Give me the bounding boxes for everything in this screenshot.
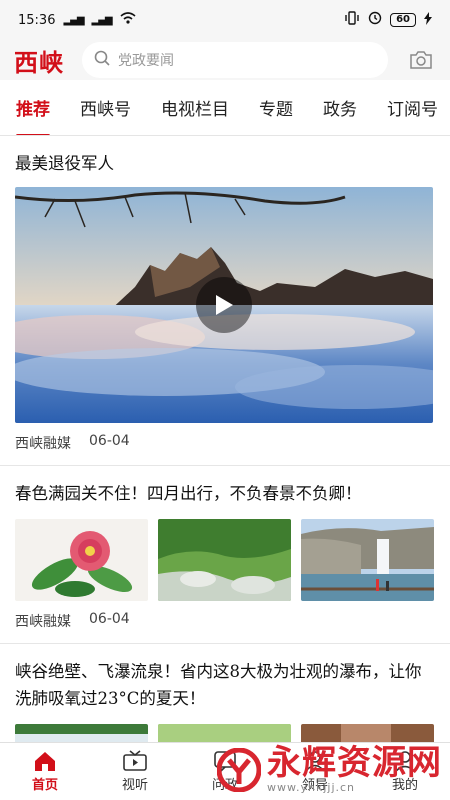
article-date: 06-04 <box>89 433 130 449</box>
category-tabs: 推荐 西峡号 电视栏目 专题 政务 订阅号 <box>0 80 450 136</box>
battery-icon: 60 <box>390 13 416 27</box>
tab-special[interactable]: 专题 <box>247 95 305 120</box>
status-time: 15:36 <box>18 12 56 28</box>
article-date: 06-04 <box>89 611 130 627</box>
alarm-icon <box>368 11 382 29</box>
watermark-text: 永辉资源网 <box>267 743 442 783</box>
search-bar[interactable]: 党政要闻 <box>82 42 388 78</box>
article-title: 最美退役军人 <box>15 154 114 173</box>
play-button[interactable] <box>196 277 252 333</box>
article-title: 春色满园关不住！四月出行，不负春景不负卿！ <box>15 484 362 503</box>
vibrate-icon <box>344 11 360 29</box>
cliff-image <box>301 724 434 742</box>
nav-label: 视听 <box>121 778 148 793</box>
video-thumbnail[interactable] <box>15 187 433 423</box>
article-item[interactable]: 春色满园关不住！四月出行，不负春景不负卿！ 西峡融媒 06-04 <box>0 466 450 644</box>
tab-xixia-hao[interactable]: 西峡号 <box>68 95 143 120</box>
waterfall-image <box>15 724 148 742</box>
article-item[interactable]: 最美退役军人 西峡融媒 06-04 <box>0 136 450 466</box>
article-thumbnails <box>15 519 435 601</box>
tab-government[interactable]: 政务 <box>311 95 369 120</box>
news-feed: 最美退役军人 西峡融媒 06-04 春色满园关不住！四月出行，不负春景不负卿！ … <box>0 136 450 742</box>
article-source: 西峡融媒 <box>15 614 71 630</box>
watermark: 永辉资源网 www.yhkjjj.cn <box>217 745 442 794</box>
nav-home[interactable]: 首页 <box>0 743 90 800</box>
tab-tv-columns[interactable]: 电视栏目 <box>149 95 241 120</box>
status-left: 15:36 ▂▄▆ ▂▄▆ <box>18 12 136 28</box>
status-right: 60 <box>344 11 432 29</box>
app-logo: 西峡 <box>14 47 64 77</box>
top-bar: 西峡 党政要闻 <box>0 40 450 80</box>
signal-icon-2: ▂▄▆ <box>91 14 113 26</box>
nav-label: 首页 <box>31 778 58 793</box>
watermark-logo-icon <box>217 747 261 792</box>
article-item[interactable]: 峡谷绝壁、飞瀑流泉！省内这8大极为壮观的瀑布，让你洗肺吸氧过23°C的夏天！ <box>0 644 450 742</box>
nav-video[interactable]: 视听 <box>90 743 180 800</box>
play-icon <box>216 295 233 315</box>
home-icon <box>35 752 55 771</box>
tab-recommend[interactable]: 推荐 <box>16 95 62 135</box>
camellia-flower-image <box>15 519 148 601</box>
green-valley-image <box>158 519 291 601</box>
status-bar: 15:36 ▂▄▆ ▂▄▆ 60 <box>0 0 450 40</box>
charging-icon <box>424 11 432 29</box>
search-icon <box>94 50 110 70</box>
signal-icon: ▂▄▆ <box>63 14 84 26</box>
article-title: 峡谷绝壁、飞瀑流泉！省内这8大极为壮观的瀑布，让你洗肺吸氧过23°C的夏天！ <box>15 662 422 708</box>
article-meta: 西峡融媒 06-04 <box>15 601 435 643</box>
tv-icon <box>123 750 147 771</box>
search-placeholder: 党政要闻 <box>118 53 174 69</box>
camera-icon[interactable] <box>406 50 436 70</box>
tab-subscriptions[interactable]: 订阅号 <box>375 95 450 120</box>
forest-image <box>158 724 291 742</box>
article-source: 西峡融媒 <box>15 436 71 452</box>
wifi-icon <box>120 12 136 28</box>
waterfall-image <box>301 519 434 601</box>
article-thumbnails <box>15 724 435 742</box>
article-meta: 西峡融媒 06-04 <box>15 423 435 465</box>
